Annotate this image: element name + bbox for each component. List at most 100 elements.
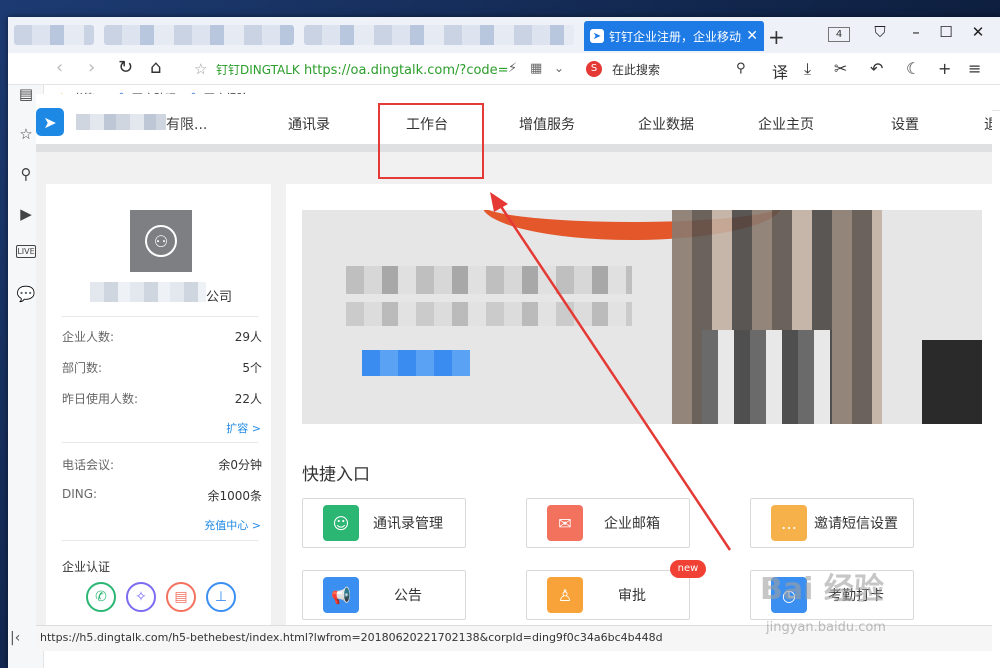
bookmark-star-icon[interactable]: ☆: [194, 60, 207, 78]
live-icon[interactable]: LIVE: [16, 245, 36, 258]
tab-count-badge[interactable]: 4: [828, 27, 850, 42]
quick-contacts-button[interactable]: ☺ 通讯录管理: [302, 498, 466, 548]
banner-cta-blurred[interactable]: [362, 350, 470, 376]
active-tab[interactable]: ➤ 钉钉企业注册，企业移动办 ✕: [584, 21, 764, 51]
banner-device-image: [922, 340, 982, 424]
avatar[interactable]: ⚇: [130, 210, 192, 272]
dingtalk-page: ➤ 有限... 通讯录 工作台 增值服务 企业数据 企业主页 设置 退 ⚇ 公司…: [36, 94, 992, 625]
search-icon[interactable]: ⚲: [736, 61, 746, 76]
stat-value: 29人: [234, 330, 262, 344]
quick-mail-button[interactable]: ✉ 企业邮箱: [526, 498, 690, 548]
nav-enterprise-home[interactable]: 企业主页: [758, 114, 814, 134]
new-tab-button[interactable]: +: [768, 25, 785, 49]
mail-icon: ✉: [547, 505, 583, 541]
scissors-icon[interactable]: ✂: [834, 59, 847, 78]
tab-strip: ➤ 钉钉企业注册，企业移动办 ✕ + 4 ⛉ – ☐ ✕: [8, 17, 1000, 53]
promo-banner[interactable]: ®: [302, 210, 982, 424]
quick-entry-title: 快捷入口: [302, 465, 370, 485]
night-mode-icon[interactable]: ☾: [906, 59, 920, 78]
expand-link[interactable]: 扩容 >: [226, 420, 261, 436]
undo-icon[interactable]: ↶: [870, 59, 883, 78]
stat-row: 昨日使用人数: 22人: [62, 390, 262, 407]
quick-approval-button[interactable]: ♙ 审批: [526, 570, 690, 620]
recharge-link[interactable]: 充值中心 >: [204, 517, 261, 533]
qrcode-icon[interactable]: ▦: [530, 61, 542, 76]
company-name-blurred: [76, 114, 166, 130]
stat-label: 企业人数:: [62, 330, 115, 344]
search-input[interactable]: 在此搜索: [612, 61, 660, 78]
banner-person-image: [702, 330, 832, 424]
chat-icon[interactable]: 💬: [16, 285, 36, 303]
quick-announcement-button[interactable]: 📢 公告: [302, 570, 466, 620]
banner-heading-blurred: [346, 266, 632, 294]
quick-label: 企业邮箱: [604, 516, 660, 532]
stat-row: DING: 余1000条: [62, 487, 262, 504]
lightning-icon[interactable]: ⚡: [508, 61, 517, 76]
blurred-tab[interactable]: [304, 25, 574, 45]
profile-card: ⚇ 公司 企业人数: 29人 部门数: 5个 昨日使用人数: 22人 扩容 > …: [46, 184, 271, 625]
blurred-tab[interactable]: [14, 25, 94, 45]
divider: [62, 540, 258, 541]
reload-button[interactable]: ↻: [118, 57, 133, 78]
nav-settings[interactable]: 设置: [891, 114, 919, 134]
watermark: Bai 经验: [760, 572, 884, 607]
megaphone-icon: 📢: [323, 577, 359, 613]
forward-button[interactable]: ›: [88, 57, 95, 78]
dingtalk-logo-icon[interactable]: ➤: [36, 108, 64, 136]
search-icon[interactable]: ⚲: [16, 165, 36, 183]
approval-icon: ♙: [547, 577, 583, 613]
new-badge: new: [670, 560, 706, 578]
search-engine-icon[interactable]: S: [586, 61, 602, 77]
company-name-suffix: 公司: [206, 290, 233, 305]
menu-icon[interactable]: ≡: [968, 59, 981, 78]
site-identity: 钉钉DINGTALK: [216, 63, 300, 77]
quick-sms-button[interactable]: … 邀请短信设置: [750, 498, 914, 548]
magic-wand-icon[interactable]: ✧: [126, 582, 156, 612]
phone-cert-icon[interactable]: ✆: [86, 582, 116, 612]
navigation-bar: ‹ › ↻ ⌂ ☆ 钉钉DINGTALK https://oa.dingtalk…: [8, 53, 1000, 85]
stat-value: 余0分钟: [218, 458, 262, 472]
message-icon: …: [771, 505, 807, 541]
quick-label: 审批: [618, 588, 646, 604]
pin-icon[interactable]: ⊥: [206, 582, 236, 612]
dingtalk-favicon-icon: ➤: [590, 29, 604, 43]
active-tab-title: 钉钉企业注册，企业移动办: [609, 29, 743, 44]
stat-label: DING:: [62, 487, 98, 501]
favorites-star-icon[interactable]: ☆: [16, 125, 36, 143]
nav-contacts[interactable]: 通讯录: [288, 114, 330, 134]
nav-logout[interactable]: 退: [984, 114, 992, 134]
add-icon[interactable]: +: [938, 59, 951, 78]
dropdown-icon[interactable]: ⌄: [554, 61, 564, 75]
cert-title: 企业认证: [62, 560, 111, 574]
quick-label: 通讯录管理: [373, 516, 443, 532]
close-window-button[interactable]: ✕: [966, 23, 990, 41]
stat-row: 企业人数: 29人: [62, 328, 262, 345]
nav-enterprise-data[interactable]: 企业数据: [638, 114, 694, 134]
translate-icon[interactable]: 译: [772, 59, 788, 83]
stat-value: 5个: [242, 361, 262, 375]
home-button[interactable]: ⌂: [150, 57, 161, 78]
status-url: https://h5.dingtalk.com/h5-bethebest/ind…: [40, 631, 663, 644]
close-tab-icon[interactable]: ✕: [746, 28, 758, 44]
stat-label: 电话会议:: [62, 458, 115, 472]
minimize-button[interactable]: –: [904, 23, 928, 41]
user-icon: ⚇: [145, 225, 177, 257]
maximize-button[interactable]: ☐: [934, 23, 958, 41]
stat-row: 电话会议: 余0分钟: [62, 456, 262, 473]
highlight-box: [378, 103, 484, 179]
quick-label: 邀请短信设置: [814, 516, 898, 532]
video-icon[interactable]: ▶: [16, 205, 36, 223]
download-icon[interactable]: ⤓: [804, 59, 811, 79]
quick-label: 公告: [394, 588, 422, 604]
address-bar[interactable]: 钉钉DINGTALK https://oa.dingtalk.com/?code…: [216, 61, 509, 78]
blurred-tab[interactable]: [104, 25, 294, 45]
company-name-suffix[interactable]: 有限...: [166, 114, 207, 134]
collapse-sidebar-icon[interactable]: |‹: [10, 630, 20, 646]
document-icon[interactable]: ▤: [166, 582, 196, 612]
back-button[interactable]: ‹: [56, 57, 63, 78]
nav-value-added[interactable]: 增值服务: [519, 114, 575, 134]
main-panel: ® 快捷入口 ☺ 通讯录管理 ✉ 企业邮箱 … 邀请短信设置 📢 公告 ♙ 审批: [286, 184, 992, 625]
shirt-skin-icon[interactable]: ⛉: [868, 23, 892, 41]
stat-row: 部门数: 5个: [62, 359, 262, 376]
reader-icon[interactable]: ▤: [16, 85, 36, 103]
